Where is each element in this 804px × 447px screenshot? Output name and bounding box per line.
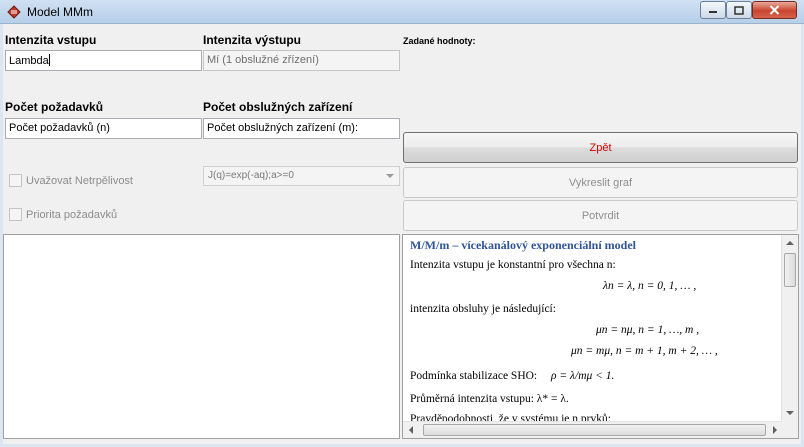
text-caret [48, 54, 50, 66]
scroll-right-icon[interactable] [773, 426, 777, 434]
netrpelivost-checkbox[interactable]: Uvažovat Netrpělivost [9, 174, 133, 187]
scroll-left-icon[interactable] [409, 426, 413, 434]
doc-paragraph: Intenzita vstupu je konstantní pro všech… [410, 259, 616, 271]
pocet-pozadavku-value: Počet požadavků (n) [9, 122, 110, 134]
doc-equation: ρ = λ/mμ < 1. [551, 370, 615, 382]
results-panel [3, 234, 400, 439]
scroll-thumb[interactable] [784, 253, 796, 287]
scrollbar-corner [781, 421, 798, 438]
netrpelivost-label: Uvažovat Netrpělivost [26, 174, 133, 187]
zpet-button[interactable]: Zpět [403, 132, 798, 163]
close-button[interactable] [752, 1, 797, 19]
model-description-content: M/M/m – vícekanálový exponenciální model… [403, 235, 783, 421]
zadane-hodnoty-label: Zadané hodnoty: [403, 36, 476, 46]
vykreslit-graf-button[interactable]: Vykreslit graf [403, 167, 798, 198]
minimize-button[interactable] [700, 1, 726, 19]
window-title: Model MMm [27, 5, 94, 19]
pocet-zarizeni-value: Počet obslužných zařízení (m): [207, 122, 359, 134]
pocet-pozadavku-input[interactable]: Počet požadavků (n) [5, 118, 202, 139]
pocet-pozadavku-label: Počet požadavků [5, 100, 104, 114]
priorita-checkbox[interactable]: Priorita požadavků [9, 208, 117, 221]
intenzita-vystupu-label: Intenzita výstupu [203, 33, 302, 47]
doc-paragraph: Pravděpodobnosti, že v systému je n prvk… [410, 413, 611, 421]
potvrdit-button[interactable]: Potvrdit [403, 200, 798, 231]
horizontal-scrollbar[interactable] [403, 421, 783, 438]
doc-paragraph: Podmínka stabilizace SHO: [410, 370, 538, 382]
intenzita-vystupu-input[interactable]: Mí (1 obslužné zřízení) [203, 50, 400, 71]
vertical-scrollbar[interactable] [781, 235, 798, 421]
doc-paragraph: Průměrná intenzita vstupu: λ* = λ. [410, 393, 569, 405]
app-diamond-icon [7, 5, 21, 19]
intenzita-vstupu-input[interactable]: Lambda [5, 50, 202, 71]
checkbox-box [9, 208, 22, 221]
title-bar: Model MMm [0, 0, 804, 24]
intenzita-vstupu-label: Intenzita vstupu [5, 33, 97, 47]
doc-equation: λn = λ, n = 0, 1, … , [603, 280, 697, 292]
intenzita-vstupu-value: Lambda [9, 55, 49, 67]
doc-paragraph: intenzita obsluhy je následující: [410, 303, 556, 315]
minimize-icon [709, 11, 717, 13]
pocet-zarizeni-input[interactable]: Počet obslužných zařízení (m): [203, 118, 400, 139]
impatience-function-select[interactable]: J(q)=exp(-aq);a>=0 [203, 166, 400, 186]
pocet-zarizeni-label: Počet obslužných zařízení [203, 100, 353, 114]
scroll-thumb[interactable] [423, 424, 766, 436]
close-icon [769, 5, 780, 15]
priorita-label: Priorita požadavků [26, 208, 118, 221]
client-area: Intenzita vstupu Intenzita výstupu Zadan… [3, 24, 801, 444]
doc-equation: μn = nμ, n = 1, …, m , [596, 324, 700, 336]
impatience-function-value: J(q)=exp(-aq);a>=0 [208, 170, 294, 181]
doc-equation: μn = mμ, n = m + 1, m + 2, … , [571, 345, 718, 357]
chevron-down-icon [386, 174, 394, 178]
intenzita-vystupu-placeholder: Mí (1 obslužné zřízení) [207, 54, 319, 66]
checkbox-box [9, 174, 22, 187]
scroll-up-icon[interactable] [786, 241, 794, 245]
maximize-icon [734, 5, 744, 15]
model-description-viewer[interactable]: M/M/m – vícekanálový exponenciální model… [402, 234, 799, 439]
scroll-down-icon[interactable] [786, 411, 794, 415]
doc-heading: M/M/m – vícekanálový exponenciální model [410, 238, 636, 252]
maximize-button[interactable] [726, 1, 752, 19]
